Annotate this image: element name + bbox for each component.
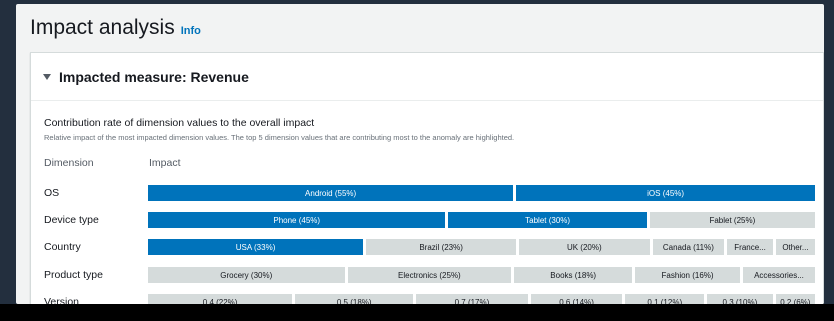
column-header-dimension: Dimension bbox=[44, 157, 94, 169]
impact-segment[interactable]: France... bbox=[727, 239, 773, 255]
impact-segment[interactable]: 0.3 (10%) bbox=[707, 294, 773, 304]
impact-segment[interactable]: UK (20%) bbox=[519, 239, 650, 255]
impact-segment[interactable]: 0.4 (22%) bbox=[148, 294, 293, 304]
section-description: Relative impact of the most impacted dim… bbox=[44, 133, 515, 142]
impact-segment[interactable]: 0.2 (6%) bbox=[775, 294, 815, 304]
row-label: Product type bbox=[44, 269, 103, 281]
impact-segment[interactable]: USA (33%) bbox=[148, 239, 364, 255]
impact-segment[interactable]: Accessories... bbox=[742, 267, 815, 283]
impacted-measure-label: Impacted measure: Revenue bbox=[59, 68, 249, 85]
impact-segment[interactable]: Electronics (25%) bbox=[347, 267, 512, 283]
impact-segment[interactable]: 0.7 (17%) bbox=[416, 294, 528, 304]
caret-down-icon bbox=[43, 73, 51, 80]
impact-bar-country: USA (33%) Brazil (23%) UK (20%) Canada (11%… bbox=[148, 239, 815, 255]
row-label: OS bbox=[44, 187, 60, 199]
impact-bar-device-type: Phone (45%) Tablet (30%) Fablet (25%) bbox=[148, 212, 815, 228]
impact-analysis-panel: Impact analysis Info Impacted measure: R… bbox=[16, 4, 824, 304]
impact-segment[interactable]: 0.5 (18%) bbox=[295, 294, 414, 304]
impact-bar-os: Android (55%) iOS (45%) bbox=[148, 185, 815, 201]
impact-bar-version: 0.4 (22%) 0.5 (18%) 0.7 (17%) 0.6 (14%) 0.1 … bbox=[148, 294, 815, 304]
impact-segment[interactable]: Brazil (23%) bbox=[366, 239, 517, 255]
expand-toggle[interactable]: Impacted measure: Revenue bbox=[31, 53, 823, 101]
impact-segment[interactable]: Phone (45%) bbox=[148, 212, 446, 228]
impact-segment[interactable]: iOS (45%) bbox=[516, 185, 815, 201]
row-label: Version bbox=[44, 296, 80, 304]
row-label: Device type bbox=[44, 214, 99, 226]
section-title: Contribution rate of dimension values to… bbox=[44, 117, 315, 129]
impact-segment[interactable]: Grocery (30%) bbox=[148, 267, 345, 283]
row-label: Country bbox=[44, 241, 81, 253]
impacted-measure-card: Impacted measure: Revenue Contribution r… bbox=[30, 52, 824, 304]
impact-segment[interactable]: Fablet (25%) bbox=[649, 212, 815, 228]
impact-segment[interactable]: 0.6 (14%) bbox=[530, 294, 623, 304]
impact-segment[interactable]: Fashion (16%) bbox=[635, 267, 740, 283]
page-title: Impact analysis bbox=[30, 16, 175, 39]
info-link[interactable]: Info bbox=[181, 25, 201, 37]
impact-segment[interactable]: Other... bbox=[775, 239, 815, 255]
title-row: Impact analysis Info bbox=[30, 16, 201, 40]
column-header-impact: Impact bbox=[149, 157, 181, 169]
impact-segment[interactable]: Books (18%) bbox=[514, 267, 633, 283]
impact-segment[interactable]: Android (55%) bbox=[148, 185, 514, 201]
impact-segment[interactable]: 0.1 (12%) bbox=[625, 294, 705, 304]
redaction-overlay bbox=[0, 304, 834, 321]
impact-segment[interactable]: Canada (11%) bbox=[652, 239, 725, 255]
impact-bar-product-type: Grocery (30%) Electronics (25%) Books (18%… bbox=[148, 267, 815, 283]
impact-segment[interactable]: Tablet (30%) bbox=[448, 212, 647, 228]
